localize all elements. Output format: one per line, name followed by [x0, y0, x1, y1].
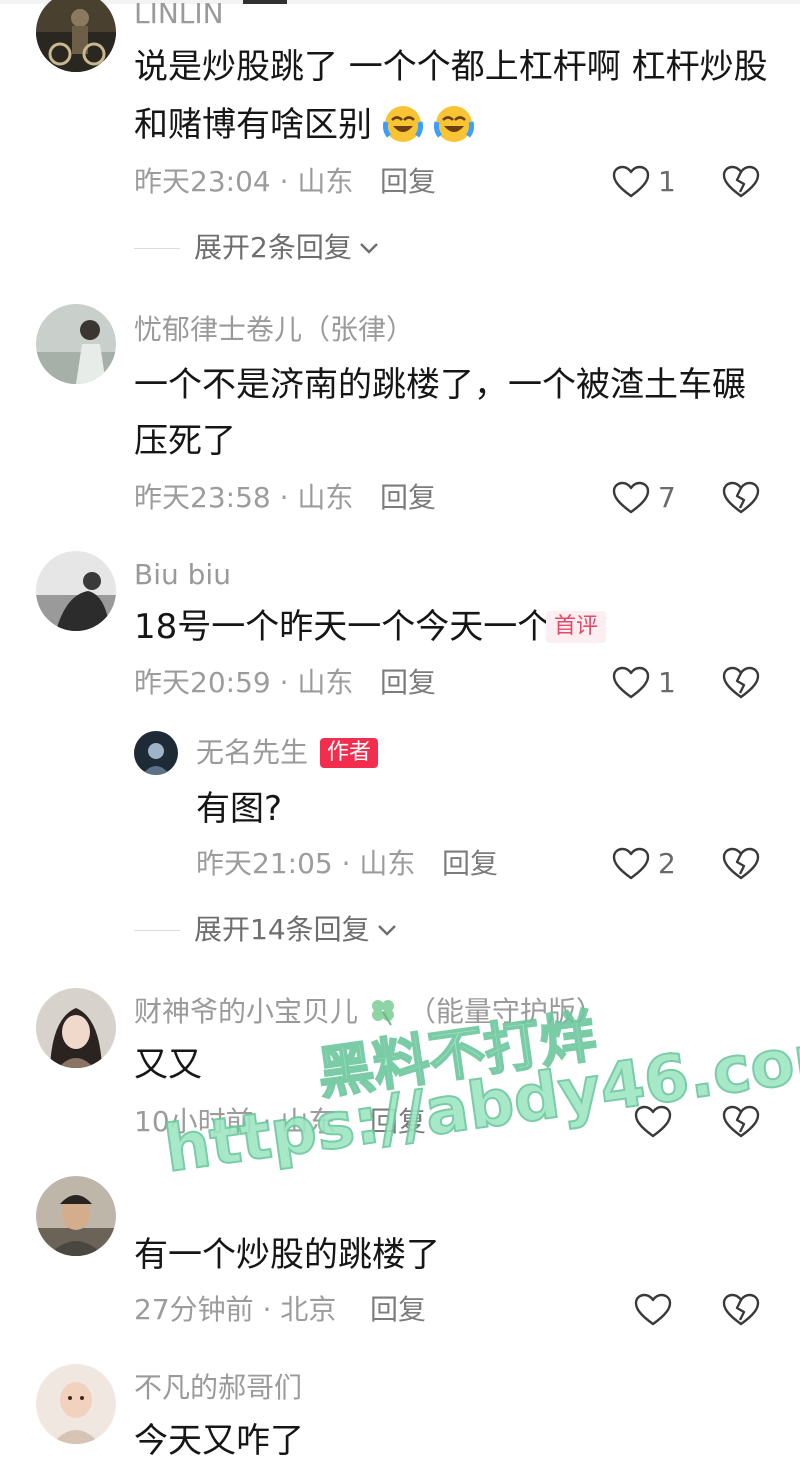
broken-heart-icon[interactable]	[722, 481, 760, 515]
reply-button[interactable]: 回复	[442, 846, 498, 882]
heart-icon	[612, 847, 650, 881]
broken-heart-icon[interactable]	[722, 847, 760, 881]
heart-icon	[612, 165, 650, 199]
like-count: 1	[658, 165, 676, 198]
avatar[interactable]	[36, 1364, 116, 1444]
top-scroll-indicator	[0, 0, 800, 4]
like-button[interactable]: 1	[612, 665, 676, 701]
author-badge: 作者	[320, 738, 379, 768]
expand-replies[interactable]: 展开14条回复	[134, 912, 398, 948]
chevron-down-icon	[359, 243, 378, 254]
expand-replies-label: 展开14条回复	[194, 913, 370, 946]
reply-button[interactable]: 回复	[380, 480, 436, 516]
like-count: 2	[658, 847, 676, 880]
expand-replies-label: 展开2条回复	[194, 231, 352, 264]
chevron-down-icon	[377, 925, 396, 936]
expand-divider	[134, 929, 180, 931]
comment-username[interactable]: 忧郁律士卷儿（张律）	[134, 312, 414, 348]
expand-replies[interactable]: 展开2条回复	[134, 230, 380, 266]
comment-text-line: 说是炒股跳了 一个个都上杠杆啊 杠杆炒股	[134, 47, 768, 87]
heart-icon	[634, 1293, 672, 1327]
avatar[interactable]	[134, 731, 178, 775]
comment-meta: 昨天20:59 · 山东	[134, 666, 354, 699]
comment-text-line: 压死了	[134, 421, 236, 461]
comment-meta: 昨天23:04 · 山东	[134, 165, 354, 198]
sub-reply-meta: 昨天21:05 · 山东	[196, 847, 416, 880]
heart-icon	[612, 666, 650, 700]
avatar[interactable]	[36, 1176, 116, 1256]
comment-username-text: 财神爷的小宝贝儿	[134, 995, 359, 1028]
reply-button[interactable]: 回复	[380, 665, 436, 701]
broken-heart-icon[interactable]	[722, 1293, 760, 1327]
broken-heart-icon[interactable]	[722, 1105, 760, 1139]
like-count: 7	[658, 481, 676, 514]
like-button[interactable]	[634, 1292, 672, 1328]
comment-text-line: 一个不是济南的跳楼了，一个被渣土车碾	[134, 365, 746, 405]
comment-meta: 昨天23:58 · 山东	[134, 481, 354, 514]
comment-text-line: 18号一个昨天一个今天一个	[134, 607, 552, 647]
avatar[interactable]	[36, 304, 116, 384]
heart-icon	[612, 481, 650, 515]
scroll-mark	[243, 0, 287, 4]
sub-reply-username[interactable]: 无名先生	[196, 735, 308, 771]
reply-button[interactable]: 回复	[370, 1292, 426, 1328]
crying-laughing-emoji	[433, 104, 474, 144]
comment-text-line: 今天又咋了	[134, 1421, 304, 1461]
like-button[interactable]: 1	[612, 164, 676, 200]
avatar[interactable]	[36, 551, 116, 631]
reply-button[interactable]: 回复	[380, 164, 436, 200]
comment-text-line: 又又	[134, 1045, 202, 1085]
comment-text-fragment: 和赌博有啥区别	[134, 105, 372, 145]
like-count: 1	[658, 666, 676, 699]
comment-meta: 27分钟前 · 北京	[134, 1293, 337, 1326]
comment-text-line: 和赌博有啥区别	[134, 96, 474, 154]
crying-laughing-emoji	[382, 104, 423, 144]
broken-heart-icon[interactable]	[722, 165, 760, 199]
comment-username[interactable]: LINLIN	[134, 0, 224, 32]
like-button[interactable]: 2	[612, 846, 676, 882]
broken-heart-icon[interactable]	[722, 666, 760, 700]
like-button[interactable]: 7	[612, 480, 676, 516]
expand-divider	[134, 247, 180, 249]
sub-reply-text: 有图?	[196, 789, 283, 829]
comment-text-line: 有一个炒股的跳楼了	[134, 1235, 440, 1275]
avatar[interactable]	[36, 0, 116, 72]
comment-username[interactable]: Biu biu	[134, 557, 231, 593]
comment-username[interactable]: 不凡的郝哥们	[134, 1370, 302, 1406]
avatar[interactable]	[36, 988, 116, 1068]
first-comment-badge: 首评	[546, 611, 607, 643]
